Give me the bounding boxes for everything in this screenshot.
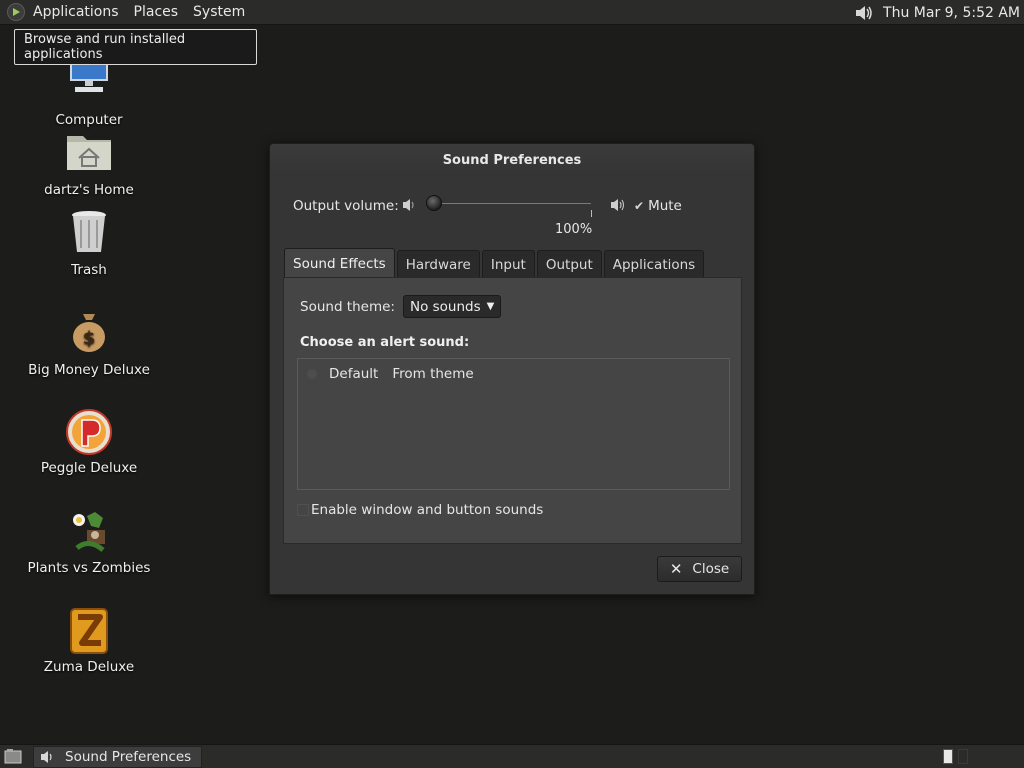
taskbar-sound-preferences[interactable]: Sound Preferences xyxy=(33,746,202,768)
zuma-icon xyxy=(65,607,113,655)
checkbox-box[interactable] xyxy=(297,504,309,516)
alert-sound-list[interactable]: Default From theme xyxy=(297,358,730,490)
tab-sound-effects[interactable]: Sound Effects xyxy=(284,248,395,278)
desktop-icon-zuma[interactable]: Zuma Deluxe xyxy=(24,607,154,675)
taskbar-label: Sound Preferences xyxy=(65,749,192,765)
alert-sound-heading: Choose an alert sound: xyxy=(300,335,470,350)
sound-theme-combo[interactable]: No sounds ▼ xyxy=(402,295,502,318)
mute-label: Mute xyxy=(648,198,682,214)
enable-sounds-checkbox[interactable]: Enable window and button sounds xyxy=(297,502,543,518)
desktop-icon-peggle[interactable]: Peggle Deluxe xyxy=(24,408,154,476)
output-volume-row: Output volume: 100% ✔ Mute xyxy=(293,194,733,237)
checkmark-icon: ✔ xyxy=(634,199,645,213)
sound-preferences-dialog: Sound Preferences Output volume: 100% ✔ … xyxy=(269,143,755,595)
list-item[interactable]: Default From theme xyxy=(298,363,729,385)
desktop-icon-computer[interactable]: Computer xyxy=(24,59,154,128)
home-folder-icon xyxy=(65,130,113,178)
dialog-titlebar[interactable]: Sound Preferences xyxy=(270,144,754,176)
show-desktop-icon[interactable] xyxy=(4,748,22,765)
desktop-icon-home[interactable]: dartz's Home xyxy=(24,130,154,198)
desktop-icon-plants-vs-zombies[interactable]: Plants vs Zombies xyxy=(24,508,154,576)
speaker-low-icon xyxy=(401,197,417,217)
bottom-panel: Sound Preferences xyxy=(0,744,1024,768)
output-volume-label: Output volume: xyxy=(293,198,399,214)
plants-vs-zombies-icon xyxy=(65,508,113,556)
clock[interactable]: Thu Mar 9, 5:52 AM xyxy=(883,5,1020,21)
alert-radio[interactable] xyxy=(307,369,317,379)
desktop-icon-label: Plants vs Zombies xyxy=(27,560,151,576)
workspace-1[interactable] xyxy=(943,749,953,764)
workspace-2[interactable] xyxy=(958,749,968,764)
volume-percent-label: 100% xyxy=(555,222,593,237)
computer-icon xyxy=(65,59,113,108)
desktop-icon-label: Computer xyxy=(55,112,123,128)
tab-output[interactable]: Output xyxy=(536,250,602,278)
peggle-icon xyxy=(65,408,113,456)
tab-hardware[interactable]: Hardware xyxy=(396,250,480,278)
desktop-icon-big-money[interactable]: $ Big Money Deluxe xyxy=(24,310,154,378)
alert-sound-name: Default xyxy=(329,366,379,382)
preferences-notebook: Sound Effects Hardware Input Output Appl… xyxy=(283,247,742,544)
volume-100-tick xyxy=(591,210,592,217)
volume-slider-knob[interactable] xyxy=(426,195,442,211)
tooltip: Browse and run installed applications xyxy=(14,29,257,65)
sound-theme-value: No sounds xyxy=(409,298,481,315)
sound-theme-row: Sound theme: No sounds ▼ xyxy=(300,295,502,318)
sound-effects-page: Sound theme: No sounds ▼ Choose an alert… xyxy=(283,277,742,544)
sound-preferences-window-icon xyxy=(39,749,55,765)
applications-menu-icon[interactable] xyxy=(7,3,25,21)
trash-icon xyxy=(65,210,113,258)
menu-places[interactable]: Places xyxy=(134,4,179,20)
menu-system[interactable]: System xyxy=(193,4,245,20)
sound-theme-label: Sound theme: xyxy=(300,298,395,315)
svg-text:$: $ xyxy=(83,328,96,349)
tab-bar: Sound Effects Hardware Input Output Appl… xyxy=(284,248,706,278)
desktop-icon-label: Peggle Deluxe xyxy=(40,460,138,476)
tab-applications[interactable]: Applications xyxy=(603,250,705,278)
close-label: Close xyxy=(692,561,730,577)
volume-tray-icon[interactable] xyxy=(853,2,875,24)
desktop-icon-label: Big Money Deluxe xyxy=(28,362,150,378)
volume-slider-track[interactable] xyxy=(429,203,591,204)
desktop-icon-trash[interactable]: Trash xyxy=(24,210,154,278)
mute-checkbox[interactable]: ✔ Mute xyxy=(634,198,682,214)
dropdown-arrow-icon: ▼ xyxy=(486,301,495,312)
close-button[interactable]: ✕ Close xyxy=(657,556,742,582)
alert-sound-source: From theme xyxy=(392,366,474,382)
enable-sounds-label: Enable window and button sounds xyxy=(311,502,544,518)
desktop-icon-label: Trash xyxy=(71,262,107,278)
menu-applications[interactable]: Applications xyxy=(33,4,119,20)
close-icon: ✕ xyxy=(669,560,683,578)
top-panel: Applications Places System Thu Mar 9, 5:… xyxy=(0,0,1024,25)
desktop-icon-label: Zuma Deluxe xyxy=(43,659,135,675)
speaker-high-icon xyxy=(609,197,627,217)
desktop-icon-label: dartz's Home xyxy=(44,182,134,198)
money-bag-icon: $ xyxy=(65,310,113,358)
dialog-title: Sound Preferences xyxy=(442,152,582,168)
tab-input[interactable]: Input xyxy=(481,250,535,278)
